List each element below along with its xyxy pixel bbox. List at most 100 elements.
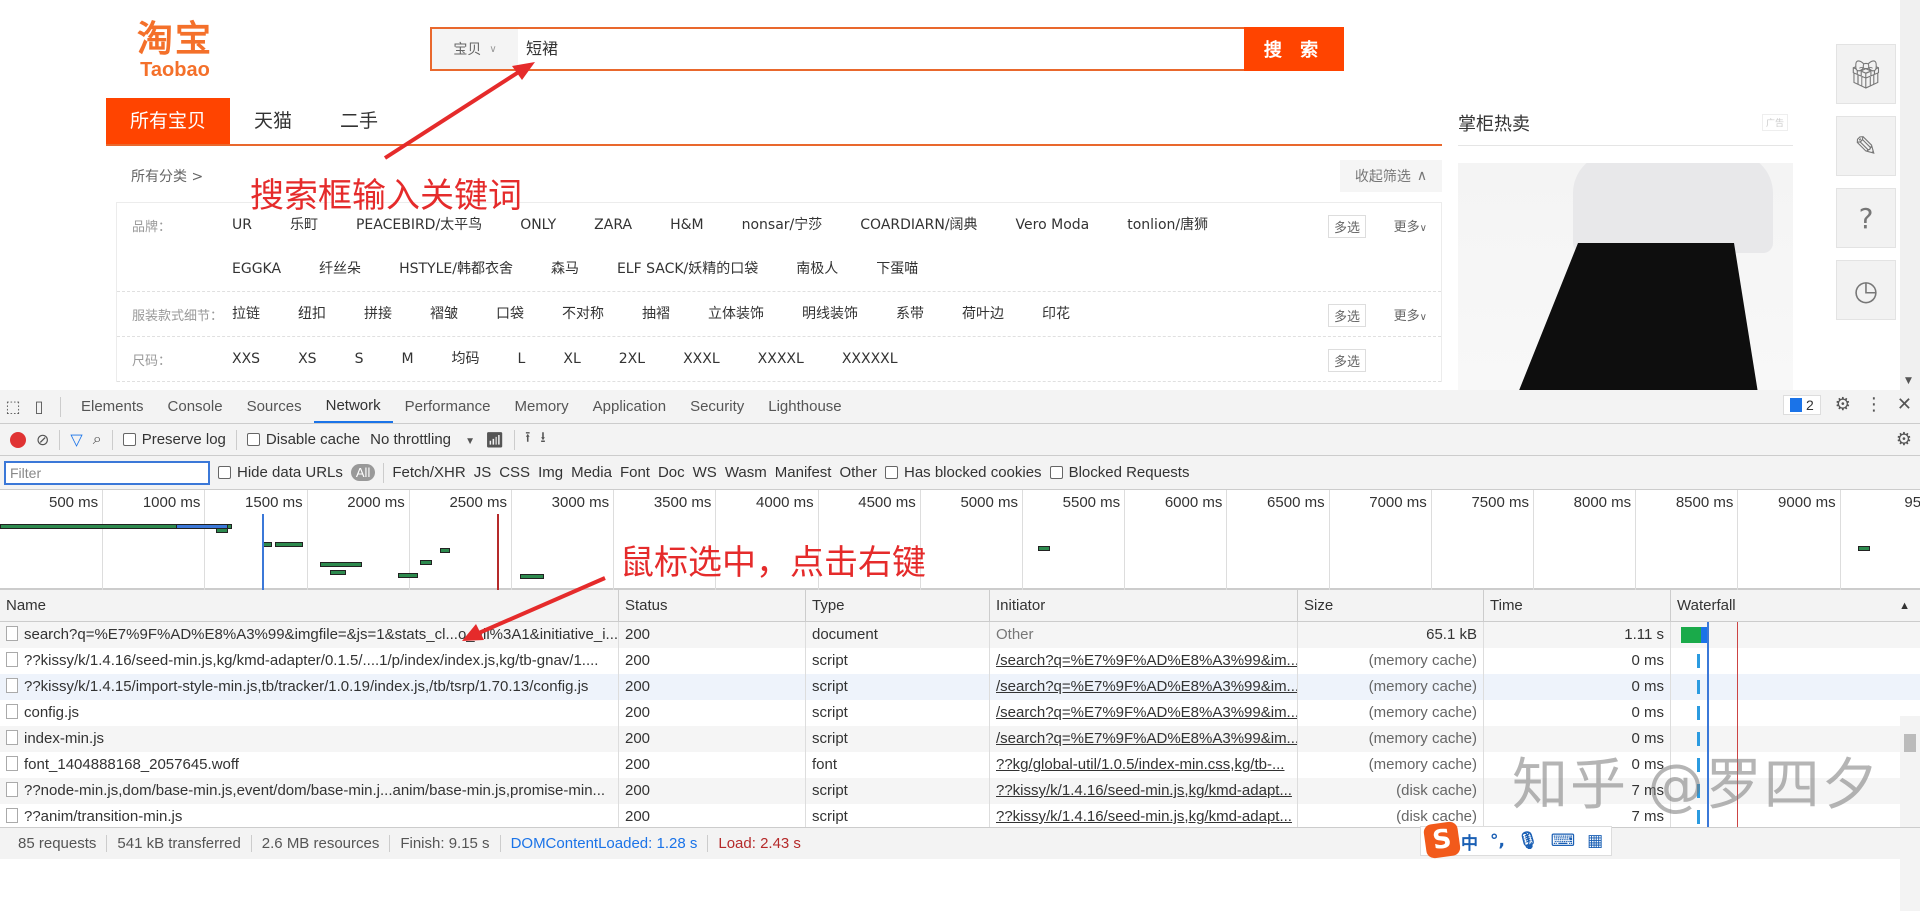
history-button[interactable]: ◷ [1836, 260, 1896, 320]
col-time[interactable]: Time [1484, 590, 1671, 621]
filter-option[interactable]: 口袋 [496, 292, 524, 336]
filter-type-manifest[interactable]: Manifest [775, 464, 832, 481]
gift-button[interactable]: 🎁︎ [1836, 44, 1896, 104]
filter-type-wasm[interactable]: Wasm [725, 464, 767, 481]
filter-option[interactable]: XXS [232, 337, 260, 381]
filter-option[interactable]: 褶皱 [430, 292, 458, 336]
filter-option[interactable]: 均码 [452, 337, 480, 381]
filter-option[interactable]: 印花 [1042, 292, 1070, 336]
filter-option[interactable]: 2XL [619, 337, 645, 381]
more-button[interactable]: 更多∨ [1394, 305, 1427, 324]
filter-option[interactable]: 系带 [896, 292, 924, 336]
tab-all-items[interactable]: 所有宝贝 [106, 98, 231, 144]
initiator-link[interactable]: ??kg/global-util/1.0.5/index-min.css,kg/… [996, 756, 1284, 773]
filter-type-ws[interactable]: WS [693, 464, 717, 481]
preserve-log-checkbox[interactable]: Preserve log [122, 431, 226, 448]
import-har-icon[interactable]: ⭱ [525, 427, 530, 452]
filter-option[interactable]: 拼接 [364, 292, 392, 336]
tab-performance[interactable]: Performance [393, 390, 503, 423]
col-name[interactable]: Name [0, 590, 619, 621]
blocked-requests-checkbox[interactable]: Blocked Requests [1049, 464, 1189, 481]
search-button[interactable]: 搜 索 [1244, 27, 1344, 71]
all-categories-link[interactable]: 所有分类 > [131, 166, 203, 186]
filter-option[interactable]: XXXL [683, 337, 720, 381]
filter-option[interactable]: COARDIARN/阔典 [860, 203, 977, 247]
filter-option[interactable]: L [518, 337, 526, 381]
filter-option[interactable]: 抽褶 [642, 292, 670, 336]
network-overview-timeline[interactable]: 500 ms 1000 ms 1500 ms 2000 ms 2500 ms 3000 m… [0, 490, 1920, 590]
filter-option[interactable]: H&M [670, 203, 704, 247]
filter-option[interactable]: XL [563, 337, 580, 381]
filter-option[interactable]: 明线装饰 [802, 292, 858, 336]
filter-type-all[interactable]: All [350, 464, 376, 481]
filter-option[interactable]: XXXXL [758, 337, 804, 381]
ime-punctuation-icon[interactable]: °, [1490, 831, 1505, 851]
tab-application[interactable]: Application [581, 390, 678, 423]
initiator-link[interactable]: ??kissy/k/1.4.16/seed-min.js,kg/kmd-adap… [996, 808, 1292, 825]
filter-option[interactable]: 南极人 [796, 247, 838, 291]
tab-sources[interactable]: Sources [235, 390, 314, 423]
filter-icon[interactable]: ▽ [70, 430, 82, 450]
filter-option[interactable]: ONLY [520, 203, 556, 247]
col-type[interactable]: Type [806, 590, 990, 621]
tab-elements[interactable]: Elements [69, 390, 156, 423]
has-blocked-cookies-checkbox[interactable]: Has blocked cookies [884, 464, 1042, 481]
table-scrollbar[interactable] [1900, 716, 1920, 911]
disable-cache-checkbox[interactable]: Disable cache [246, 431, 360, 448]
filter-option[interactable]: 拉链 [232, 292, 260, 336]
ime-mic-icon[interactable]: 🎙︎ [1517, 831, 1539, 851]
initiator-link[interactable]: /search?q=%E7%9F%AD%E8%A3%99&im... [996, 704, 1297, 721]
tab-secondhand[interactable]: 二手 [316, 98, 402, 144]
filter-option[interactable]: M [401, 337, 413, 381]
request-row[interactable]: ??kissy/k/1.4.15/import-style-min.js,tb/… [0, 674, 1920, 700]
hide-data-urls-checkbox[interactable]: Hide data URLs [218, 464, 343, 481]
filter-option[interactable]: ZARA [594, 203, 632, 247]
filter-option[interactable]: EGGKA [232, 247, 281, 291]
filter-option[interactable]: XS [298, 337, 316, 381]
filter-type-font[interactable]: Font [620, 464, 650, 481]
issues-button[interactable]: 2 [1782, 394, 1821, 415]
collapse-filter-button[interactable]: 收起筛选 ∧ [1340, 160, 1442, 192]
filter-option[interactable]: 立体装饰 [708, 292, 764, 336]
help-button[interactable]: ? [1836, 188, 1896, 248]
more-button[interactable]: 更多∨ [1394, 216, 1427, 235]
inspect-element-icon[interactable]: ⬚ [0, 397, 26, 417]
filter-type-js[interactable]: JS [474, 464, 492, 481]
request-row[interactable]: config.js 200 script/search?q=%E7%9F%AD%E8… [0, 700, 1920, 726]
export-har-icon[interactable]: ⭳ [540, 427, 545, 452]
filter-type-other[interactable]: Other [839, 464, 877, 481]
clear-icon[interactable]: ⊘ [36, 430, 49, 450]
filter-option[interactable]: 荷叶边 [962, 292, 1004, 336]
device-toggle-icon[interactable]: ▯ [26, 397, 52, 417]
search-scope-select[interactable]: 宝贝 ∨ [432, 29, 518, 69]
search-input[interactable]: 短裙 [518, 29, 1244, 69]
request-row[interactable]: search?q=%E7%9F%AD%E8%A3%99&imgfile=&js=… [0, 622, 1920, 648]
page-scrollbar[interactable]: ▼ [1900, 0, 1920, 390]
filter-option[interactable]: S [355, 337, 364, 381]
filter-option[interactable]: 纽扣 [298, 292, 326, 336]
filter-option[interactable]: 下蛋喵 [876, 247, 918, 291]
initiator-link[interactable]: ??kissy/k/1.4.16/seed-min.js,kg/kmd-adap… [996, 782, 1292, 799]
initiator-link[interactable]: /search?q=%E7%9F%AD%E8%A3%99&im... [996, 678, 1297, 695]
ime-apps-icon[interactable]: ▦ [1587, 831, 1603, 851]
ime-keyboard-icon[interactable]: ⌨ [1551, 831, 1576, 851]
col-status[interactable]: Status [619, 590, 806, 621]
network-settings-icon[interactable]: ⚙ [1896, 429, 1912, 450]
filter-option[interactable]: 不对称 [562, 292, 604, 336]
tab-lighthouse[interactable]: Lighthouse [756, 390, 853, 423]
multi-select-button[interactable]: 多选 [1327, 215, 1366, 238]
filter-option[interactable]: 纤丝朵 [319, 247, 361, 291]
col-waterfall[interactable]: Waterfall ▲ [1671, 590, 1920, 621]
filter-option[interactable]: 森马 [551, 247, 579, 291]
multi-select-button[interactable]: 多选 [1327, 349, 1366, 372]
record-button[interactable] [10, 431, 26, 448]
ime-toolbar[interactable]: S 中 °, 🎙︎ ⌨ ▦ [1420, 820, 1613, 860]
col-initiator[interactable]: Initiator [990, 590, 1298, 621]
network-conditions-icon[interactable]: 📶︎ [485, 431, 504, 449]
filter-option[interactable]: Vero Moda [1016, 203, 1090, 247]
col-size[interactable]: Size [1298, 590, 1484, 621]
tab-tmall[interactable]: 天猫 [230, 98, 316, 144]
filter-type-doc[interactable]: Doc [658, 464, 685, 481]
tab-memory[interactable]: Memory [503, 390, 581, 423]
close-icon[interactable]: ✕ [1897, 394, 1912, 415]
